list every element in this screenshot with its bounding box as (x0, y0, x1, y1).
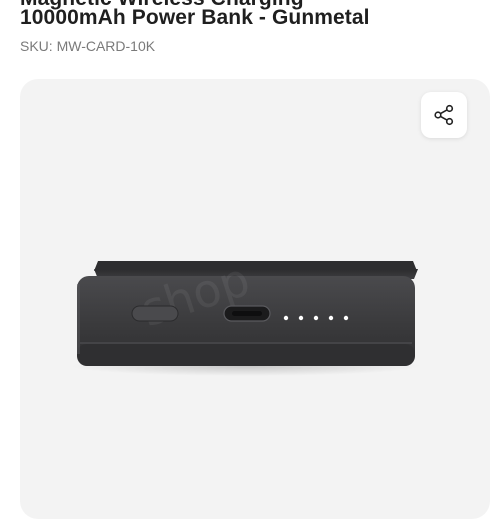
product-title: 10000mAh Power Bank - Gunmetal (20, 6, 370, 29)
product-sku: SKU: MW-CARD-10K (20, 38, 156, 54)
share-button[interactable] (421, 92, 467, 138)
product-image-gallery[interactable]: shop (20, 79, 490, 519)
product-image: shop (71, 252, 421, 376)
power-button (131, 305, 179, 322)
share-icon (434, 104, 454, 126)
